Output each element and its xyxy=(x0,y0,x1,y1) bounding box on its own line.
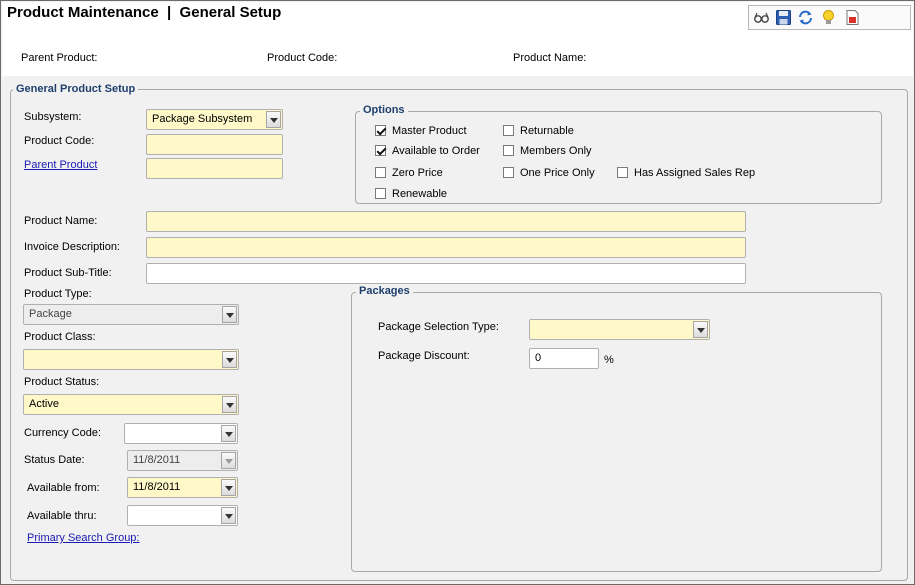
product-type-value: Package xyxy=(29,308,72,320)
chevron-down-icon[interactable] xyxy=(221,507,236,524)
primary-search-group-link[interactable]: Primary Search Group: xyxy=(27,532,139,544)
parent-product-link[interactable]: Parent Product xyxy=(24,159,97,171)
chevron-down-icon[interactable] xyxy=(693,321,708,338)
available-from-picker[interactable]: 11/8/2011 xyxy=(127,477,238,498)
renewable-checkbox[interactable] xyxy=(375,188,386,199)
available-to-order-checkbox[interactable] xyxy=(375,145,386,156)
product-name-field-label: Product Name: xyxy=(24,215,98,227)
master-product-label: Master Product xyxy=(392,125,467,137)
status-date-value: 11/8/2011 xyxy=(133,454,181,466)
product-status-dropdown[interactable]: Active xyxy=(23,394,239,415)
package-discount-label: Package Discount: xyxy=(378,350,470,362)
returnable-checkbox[interactable] xyxy=(503,125,514,136)
currency-code-dropdown[interactable] xyxy=(124,423,238,444)
product-code-field-label: Product Code: xyxy=(24,135,95,147)
product-class-dropdown[interactable] xyxy=(23,349,239,370)
available-from-value: 11/8/2011 xyxy=(133,481,181,493)
parent-product-label: Parent Product: xyxy=(21,52,98,64)
returnable-label: Returnable xyxy=(520,125,574,137)
invoice-description-label: Invoice Description: xyxy=(24,241,120,253)
package-selection-type-dropdown[interactable] xyxy=(529,319,710,340)
zero-price-checkbox[interactable] xyxy=(375,167,386,178)
members-only-label: Members Only xyxy=(520,145,592,157)
header: Product Maintenance | General Setup Pare… xyxy=(2,2,913,76)
product-subtitle-input[interactable] xyxy=(146,263,746,284)
packages-title: Packages xyxy=(356,285,413,297)
percent-unit-label: % xyxy=(604,354,614,366)
renewable-label: Renewable xyxy=(392,188,448,200)
lightbulb-icon[interactable] xyxy=(820,9,837,26)
chevron-down-icon[interactable] xyxy=(222,396,237,413)
product-type-dropdown[interactable]: Package xyxy=(23,304,239,325)
product-name-input[interactable] xyxy=(146,211,746,232)
product-status-value: Active xyxy=(29,398,59,410)
master-product-checkbox[interactable] xyxy=(375,125,386,136)
package-selection-type-label: Package Selection Type: xyxy=(378,321,499,333)
report-icon[interactable] xyxy=(844,9,861,26)
one-price-only-label: One Price Only xyxy=(520,167,595,179)
product-code-label: Product Code: xyxy=(267,52,338,64)
save-icon[interactable] xyxy=(775,9,792,26)
page-title: Product Maintenance | General Setup xyxy=(7,4,282,21)
subsystem-label: Subsystem: xyxy=(24,111,82,123)
product-code-input[interactable] xyxy=(146,134,283,155)
zero-price-label: Zero Price xyxy=(392,167,443,179)
available-to-order-label: Available to Order xyxy=(392,145,480,157)
chevron-down-icon[interactable] xyxy=(222,306,237,323)
chevron-down-icon[interactable] xyxy=(222,351,237,368)
refresh-icon[interactable] xyxy=(797,9,814,26)
product-status-label: Product Status: xyxy=(24,376,100,388)
window-frame: Product Maintenance | General Setup Pare… xyxy=(0,0,915,585)
currency-code-label: Currency Code: xyxy=(24,427,102,439)
chevron-down-icon[interactable] xyxy=(266,111,281,128)
status-date-picker: 11/8/2011 xyxy=(127,450,238,471)
members-only-checkbox[interactable] xyxy=(503,145,514,156)
parent-product-input[interactable] xyxy=(146,158,283,179)
general-product-setup-title: General Product Setup xyxy=(13,83,139,95)
chevron-down-icon[interactable] xyxy=(221,479,236,496)
subsystem-dropdown[interactable]: Package Subsystem xyxy=(146,109,283,130)
product-type-label: Product Type: xyxy=(24,288,92,300)
package-discount-input[interactable]: 0 xyxy=(529,348,599,369)
chevron-down-icon[interactable] xyxy=(221,425,236,442)
has-assigned-sales-rep-label: Has Assigned Sales Rep xyxy=(634,167,756,179)
glasses-icon[interactable] xyxy=(753,9,770,26)
toolbar xyxy=(748,5,911,30)
available-thru-picker[interactable] xyxy=(127,505,238,526)
available-thru-label: Available thru: xyxy=(27,510,97,522)
one-price-only-checkbox[interactable] xyxy=(503,167,514,178)
product-class-label: Product Class: xyxy=(24,331,96,343)
product-name-label: Product Name: xyxy=(513,52,587,64)
status-date-label: Status Date: xyxy=(24,454,85,466)
subsystem-value: Package Subsystem xyxy=(152,113,253,125)
product-subtitle-label: Product Sub-Title: xyxy=(24,267,112,279)
options-title: Options xyxy=(360,104,408,116)
chevron-down-icon xyxy=(221,452,236,469)
has-assigned-sales-rep-checkbox[interactable] xyxy=(617,167,628,178)
invoice-description-input[interactable] xyxy=(146,237,746,258)
available-from-label: Available from: xyxy=(27,482,100,494)
